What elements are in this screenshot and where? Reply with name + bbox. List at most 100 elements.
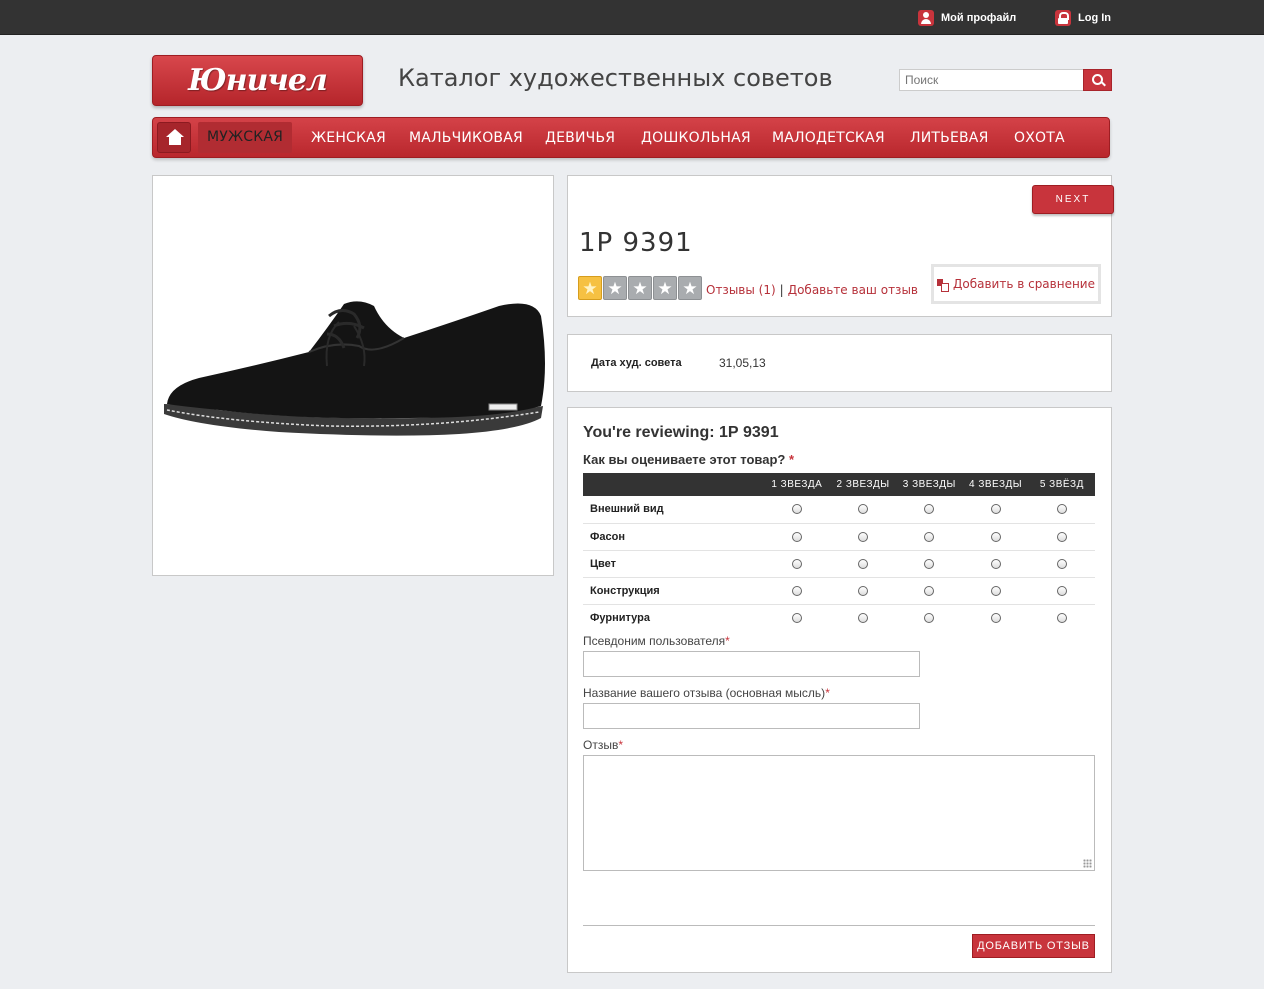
rating-radio[interactable] (858, 585, 869, 596)
rating-radio[interactable] (924, 504, 935, 515)
summary-field[interactable] (583, 703, 920, 729)
rating-radio[interactable] (990, 531, 1001, 542)
main-nav: МУЖСКАЯ ЖЕНСКАЯ МАЛЬЧИКОВАЯ ДЕВИЧЬЯ ДОШК… (152, 117, 1110, 158)
submit-review-button[interactable]: ДОБАВИТЬ ОТЗЫВ (972, 934, 1095, 958)
rating-radio[interactable] (791, 612, 802, 623)
top-bar: Мой профайл Log In (0, 0, 1264, 35)
add-review-link[interactable]: Добавьте ваш отзыв (788, 283, 918, 297)
rating-row-label: Цвет (583, 550, 764, 578)
rating-radio[interactable] (1056, 612, 1067, 623)
rating-radio[interactable] (858, 558, 869, 569)
nickname-field[interactable] (583, 651, 920, 677)
rating-column-header: 5 ЗВЁЗД (1028, 473, 1095, 496)
rating-row-label: Фасон (583, 523, 764, 551)
search-box (899, 69, 1112, 91)
review-form-title: You're reviewing: 1Р 9391 (583, 424, 779, 441)
rating-radio[interactable] (924, 585, 935, 596)
rating-radio[interactable] (791, 558, 802, 569)
required-mark: * (788, 452, 795, 467)
product-name: 1Р 9391 (579, 228, 693, 258)
summary-label-text: Название вашего отзыва (основная мысль) (583, 686, 826, 700)
star-icon: ★ (653, 276, 677, 300)
reviews-link[interactable]: Отзывы (1) (706, 283, 776, 297)
site-logo[interactable]: Юничел (152, 55, 363, 106)
home-icon[interactable] (157, 122, 191, 153)
rating-column-header: 2 ЗВЕЗДЫ (829, 473, 897, 496)
product-image[interactable] (159, 286, 549, 456)
star-icon: ★ (603, 276, 627, 300)
rating-row-label: Внешний вид (583, 496, 764, 524)
rating-radio[interactable] (1056, 585, 1067, 596)
rating-radio[interactable] (858, 612, 869, 623)
compare-label: Добавить в сравнение (952, 277, 1095, 291)
rating-question: Как вы оцениваете этот товар? * (583, 452, 794, 467)
rating-row: Конструкция (583, 577, 1095, 605)
user-icon (918, 10, 934, 26)
rating-row: Фасон (583, 523, 1095, 551)
form-divider (583, 925, 1095, 926)
nav-item-girls[interactable]: ДЕВИЧЬЯ (545, 130, 615, 146)
rating-table: 1 ЗВЕЗДА 2 ЗВЕЗДЫ 3 ЗВЕЗДЫ 4 ЗВЕЗДЫ 5 ЗВ… (583, 473, 1095, 631)
rating-column-header: 1 ЗВЕЗДА (763, 473, 830, 496)
profile-link[interactable]: Мой профайл (918, 10, 1016, 26)
rating-stars: ★ ★ ★ ★ ★ (578, 276, 702, 300)
rating-radio[interactable] (791, 531, 802, 542)
login-link[interactable]: Log In (1055, 10, 1111, 26)
rating-radio[interactable] (1056, 558, 1067, 569)
rating-row: Цвет (583, 550, 1095, 578)
rating-question-text: Как вы оцениваете этот товар? (583, 452, 786, 467)
required-mark: * (725, 634, 730, 648)
rating-radio[interactable] (990, 504, 1001, 515)
rating-row-label: Фурнитура (590, 611, 650, 624)
star-icon: ★ (578, 276, 602, 300)
rating-radio[interactable] (791, 585, 802, 596)
nav-item-preschool[interactable]: ДОШКОЛЬНАЯ (641, 130, 751, 146)
login-link-label: Log In (1078, 12, 1111, 24)
lock-icon (1055, 10, 1071, 26)
rating-radio[interactable] (990, 558, 1001, 569)
rating-radio[interactable] (924, 558, 935, 569)
review-textarea[interactable] (583, 755, 1095, 871)
required-mark: * (618, 738, 624, 752)
rating-radio[interactable] (990, 585, 1001, 596)
nav-item-womens[interactable]: ЖЕНСКАЯ (311, 130, 386, 146)
nav-item-mens[interactable]: МУЖСКАЯ (198, 122, 293, 153)
rating-header-empty (583, 473, 764, 496)
search-input[interactable] (899, 69, 1083, 91)
compare-icon (936, 278, 949, 292)
rating-table-header: 1 ЗВЕЗДА 2 ЗВЕЗДЫ 3 ЗВЕЗДЫ 4 ЗВЕЗДЫ 5 ЗВ… (583, 473, 1095, 496)
star-icon: ★ (628, 276, 652, 300)
review-label-text: Отзыв (583, 738, 619, 752)
nav-item-cast[interactable]: ЛИТЬЕВАЯ (910, 130, 989, 146)
rating-links: Отзывы (1) | Добавьте ваш отзыв (706, 283, 918, 297)
rating-radio[interactable] (924, 612, 935, 623)
rating-radio[interactable] (791, 504, 802, 515)
rating-radio[interactable] (990, 612, 1001, 623)
nav-item-hunting[interactable]: ОХОТА (1014, 130, 1065, 146)
product-image-panel (152, 175, 554, 576)
resize-grip-icon[interactable] (1083, 859, 1092, 868)
profile-link-label: Мой профайл (941, 12, 1017, 24)
rating-column-header: 3 ЗВЕЗДЫ (896, 473, 963, 496)
rating-radio[interactable] (858, 504, 869, 515)
next-button[interactable]: NEXT (1032, 185, 1114, 214)
rating-radio[interactable] (924, 531, 935, 542)
search-button[interactable] (1083, 69, 1112, 91)
summary-label: Название вашего отзыва (основная мысль)* (583, 686, 830, 700)
add-to-compare-button[interactable]: Добавить в сравнение (931, 264, 1101, 304)
rating-radio[interactable] (1056, 531, 1067, 542)
links-separator: | (779, 283, 784, 297)
nav-item-boys[interactable]: МАЛЬЧИКОВАЯ (409, 130, 523, 146)
star-icon: ★ (678, 276, 702, 300)
rating-column-header: 4 ЗВЕЗДЫ (962, 473, 1029, 496)
required-mark: * (825, 686, 830, 700)
nickname-label: Псевдоним пользователя* (583, 634, 730, 648)
logo-text: Юничел (188, 63, 328, 98)
rating-radio[interactable] (858, 531, 869, 542)
attribute-label: Дата худ. совета (591, 357, 682, 369)
nav-item-toddler[interactable]: МАЛОДЕТСКАЯ (772, 130, 885, 146)
rating-radio[interactable] (1056, 504, 1067, 515)
review-label: Отзыв* (583, 738, 623, 752)
site-title: Каталог художественных советов (398, 64, 833, 92)
rating-row: Внешний вид (583, 496, 1095, 524)
